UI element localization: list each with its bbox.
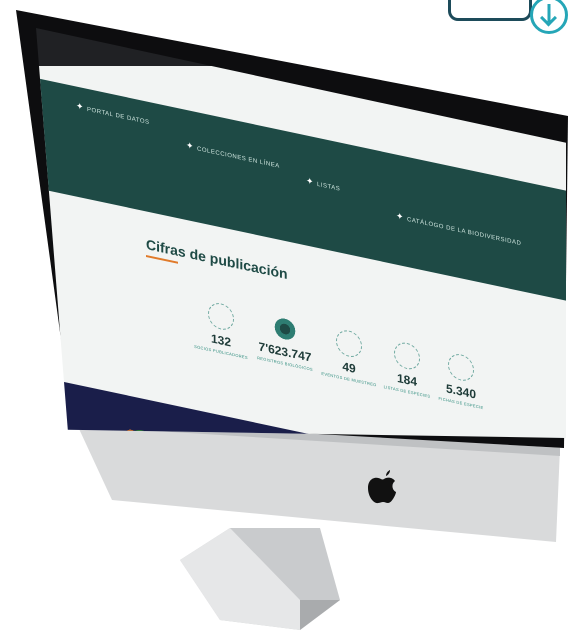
dots-circle-icon — [336, 327, 362, 360]
dots-circle-icon — [448, 351, 474, 384]
diamond-icon: ✦ — [306, 175, 315, 188]
hero-link-colecciones[interactable]: ✦Colecciones en línea — [186, 140, 280, 171]
imac-scene: ✦Portal de datos ✦Colecciones en línea ✦… — [0, 0, 572, 638]
dots-circle-icon — [208, 300, 234, 333]
section-title: Cifras de publicación — [146, 236, 288, 287]
stat-socios: 132 Socios publicadores — [186, 296, 256, 362]
diamond-icon: ✦ — [396, 210, 405, 223]
hero-link-listas[interactable]: ✦Listas — [306, 175, 340, 193]
hero-link-portal[interactable]: ✦Portal de datos — [76, 101, 150, 128]
diamond-icon: ✦ — [186, 139, 195, 152]
stat-fichas: 5.340 Fichas de especie — [426, 347, 496, 413]
hero-link-catalogo[interactable]: ✦Catálogo de la biodiversidad — [396, 211, 521, 249]
cluster-icon — [273, 314, 297, 344]
stat-registros: 7'623.747 Registros biológicos — [250, 310, 320, 374]
diamond-icon: ✦ — [76, 100, 85, 113]
apple-logo-icon — [368, 470, 396, 504]
dna-icon — [394, 340, 420, 372]
